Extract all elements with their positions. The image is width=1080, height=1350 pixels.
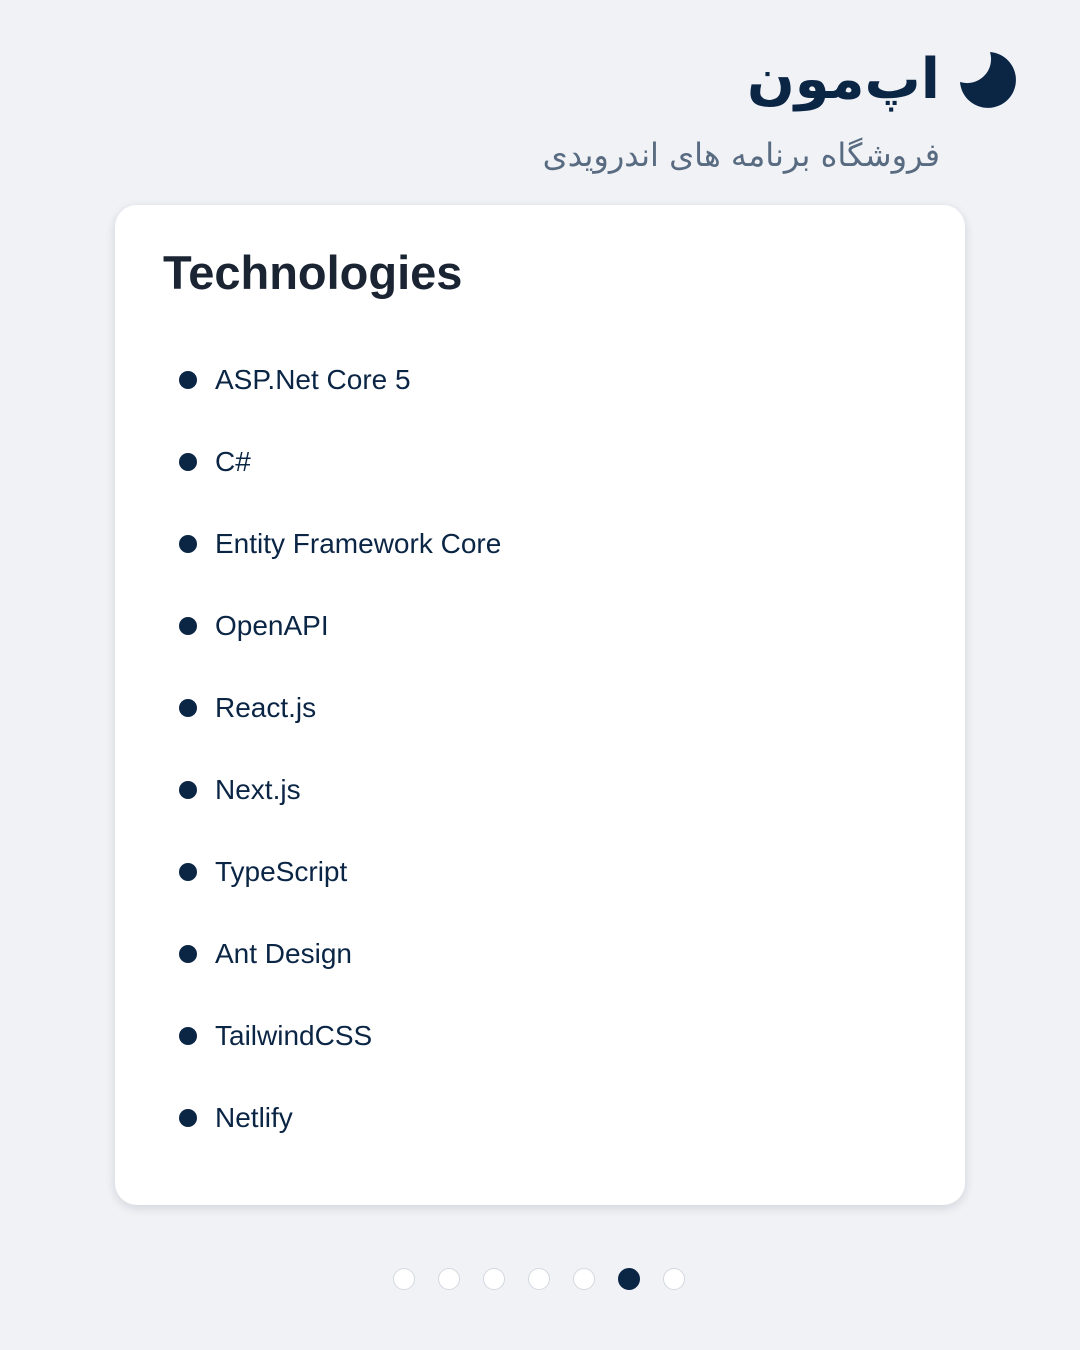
pagination-dot-3[interactable]: [483, 1268, 505, 1290]
bullet-icon: [179, 1109, 197, 1127]
technology-label: Next.js: [215, 774, 301, 805]
moon-icon[interactable]: [958, 50, 1018, 110]
technology-label: Netlify: [215, 1102, 293, 1133]
technologies-card: Technologies ASP.Net Core 5 C# Entity Fr…: [115, 205, 965, 1205]
pagination-dot-7[interactable]: [663, 1268, 685, 1290]
pagination-dot-6[interactable]: [618, 1268, 640, 1290]
pagination-dot-2[interactable]: [438, 1268, 460, 1290]
brand-name: اپ‌مون: [746, 47, 940, 112]
bullet-icon: [179, 699, 197, 717]
pagination-dot-1[interactable]: [393, 1268, 415, 1290]
bullet-icon: [179, 535, 197, 553]
list-item: Ant Design: [179, 913, 501, 995]
technology-label: OpenAPI: [215, 610, 329, 641]
technology-label: ASP.Net Core 5: [215, 364, 411, 395]
brand-tagline: فروشگاه برنامه های اندرویدی: [542, 136, 940, 174]
list-item: ASP.Net Core 5: [179, 339, 501, 421]
list-item: Netlify: [179, 1077, 501, 1159]
list-item: Entity Framework Core: [179, 503, 501, 585]
pagination-dot-4[interactable]: [528, 1268, 550, 1290]
technology-label: C#: [215, 446, 251, 477]
list-item: C#: [179, 421, 501, 503]
list-item: TypeScript: [179, 831, 501, 913]
card-title: Technologies: [163, 246, 463, 299]
pagination-dot-5[interactable]: [573, 1268, 595, 1290]
list-item: OpenAPI: [179, 585, 501, 667]
bullet-icon: [179, 863, 197, 881]
bullet-icon: [179, 453, 197, 471]
technology-label: TypeScript: [215, 856, 348, 887]
bullet-icon: [179, 1027, 197, 1045]
technology-label: TailwindCSS: [215, 1020, 373, 1051]
brand-header: اپ‌مون: [747, 50, 1018, 110]
bullet-icon: [179, 617, 197, 635]
bullet-icon: [179, 371, 197, 389]
technology-label: React.js: [215, 692, 317, 723]
bullet-icon: [179, 781, 197, 799]
technology-list: ASP.Net Core 5 C# Entity Framework Core …: [179, 339, 501, 1159]
bullet-icon: [179, 945, 197, 963]
technology-label: Ant Design: [215, 938, 352, 969]
list-item: Next.js: [179, 749, 501, 831]
list-item: React.js: [179, 667, 501, 749]
technology-label: Entity Framework Core: [215, 528, 502, 559]
carousel-pagination: [393, 1268, 685, 1290]
list-item: TailwindCSS: [179, 995, 501, 1077]
